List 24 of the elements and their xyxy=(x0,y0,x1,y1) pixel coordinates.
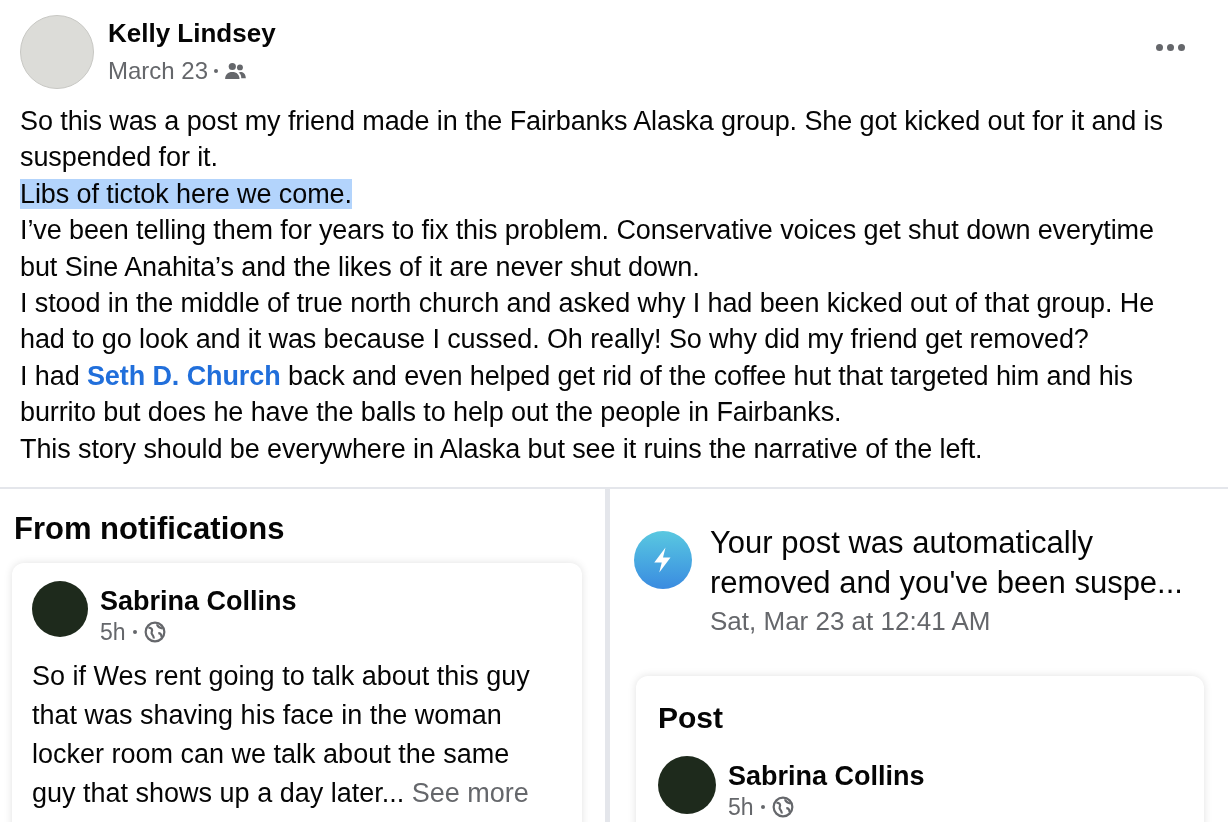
post-time: 5h xyxy=(100,618,126,648)
people-icon xyxy=(224,62,247,80)
globe-icon xyxy=(143,621,166,644)
post-text: I had Seth D. Church back and even helped get rid of the coffee hut that targeted him and his burrito but does he have the balls to help out the people in Fairbanks. xyxy=(20,359,1134,430)
lightning-icon xyxy=(634,531,692,590)
author-name[interactable]: Kelly Lindsey xyxy=(108,16,276,50)
section-heading: From notifications xyxy=(14,511,286,548)
post-text: I’ve been telling them for years to fix this problem. Conservative voices get shut down everytime but Sine Anahita’s and the likes of it are never shut down. xyxy=(20,214,1155,284)
post-time: 5h xyxy=(728,793,754,822)
post-text: Libs of tictok here we come. xyxy=(20,177,353,211)
author-name: Sabrina Collins xyxy=(728,760,925,793)
post-text: So if Wes rent going to talk about this guy that was shaving his face in the woman locker room can we talk about the same guy that shows up a day later... See more xyxy=(32,660,531,811)
post-text: So this was a post my friend made in the Fairbanks Alaska group. She got kicked out for it and is suspended for it. xyxy=(20,105,1164,175)
profile-picture xyxy=(658,756,716,815)
notification-text: Your post was automatically removed and you've been suspe... xyxy=(710,524,1184,603)
section-heading: Post xyxy=(658,700,724,737)
notification-time: Sat, Mar 23 at 12:41 AM xyxy=(710,605,992,639)
globe-icon xyxy=(771,796,794,819)
profile-link[interactable]: Seth D. Church xyxy=(86,360,281,391)
see-more-link[interactable]: See more xyxy=(411,778,529,809)
author-name: Sabrina Collins xyxy=(100,585,297,618)
post-date[interactable]: March 23 xyxy=(108,54,209,88)
post-text: This story should be everywhere in Alaska but see it ruins the narrative of the left. xyxy=(20,432,984,466)
post-text: I stood in the middle of true north church and asked why I had been kicked out of that group. He had to go look and it was because I cussed. Oh really! So why did my friend get removed? xyxy=(20,287,1156,357)
